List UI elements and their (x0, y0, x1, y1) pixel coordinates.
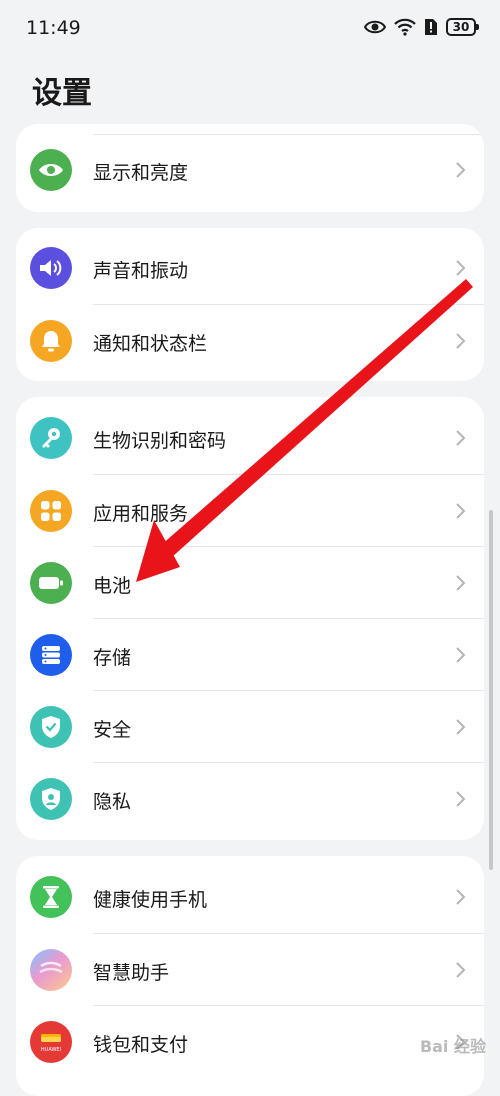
annotation-arrow (136, 279, 473, 582)
arrow-shaft (160, 279, 473, 557)
watermark: Bai 经验 (419, 1037, 486, 1056)
